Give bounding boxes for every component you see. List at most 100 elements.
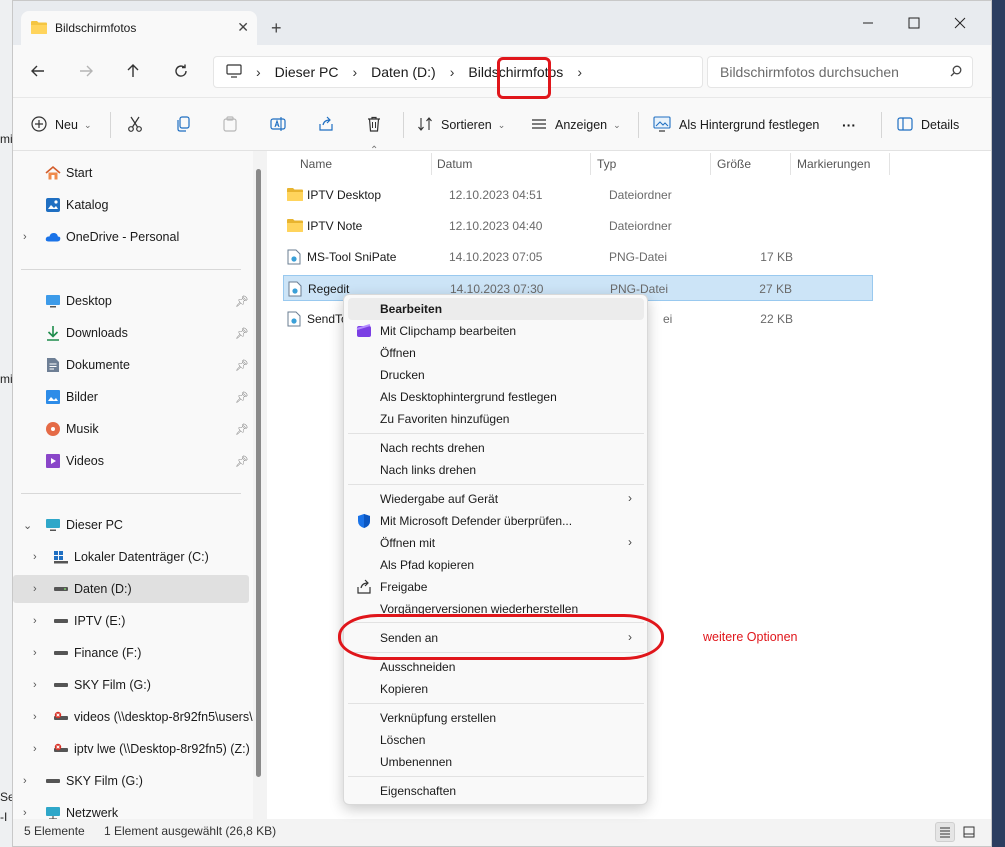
- maximize-button[interactable]: [891, 11, 937, 35]
- sidebar-item-network-videos[interactable]: › videos (\\desktop-8r92fn5\users\: [13, 703, 253, 731]
- pin-icon[interactable]: 📌︎: [235, 295, 249, 308]
- menu-item-eigenschaften[interactable]: Eigenschaften: [348, 780, 644, 802]
- share-button[interactable]: [318, 98, 334, 152]
- sidebar-item-sky-film[interactable]: › SKY Film (G:): [13, 767, 249, 795]
- column-header-type[interactable]: Typ: [597, 151, 616, 177]
- search-box[interactable]: Bildschirmfotos durchsuchen: [707, 56, 973, 88]
- column-divider[interactable]: [889, 153, 890, 175]
- details-view-button[interactable]: [935, 822, 955, 842]
- file-row[interactable]: IPTV Note 12.10.2023 04:40 Dateiordner: [283, 213, 873, 239]
- file-row[interactable]: MS-Tool SniPate 14.10.2023 07:05 PNG-Dat…: [283, 244, 873, 270]
- cut-button[interactable]: [127, 98, 143, 152]
- menu-item-drucken[interactable]: Drucken: [348, 364, 644, 386]
- search-input[interactable]: Bildschirmfotos durchsuchen: [720, 64, 950, 80]
- chevron-right-icon[interactable]: ›: [33, 583, 37, 595]
- chevron-right-icon[interactable]: ›: [33, 711, 37, 723]
- sidebar-item-start[interactable]: Start: [13, 159, 249, 187]
- sidebar-scrollbar[interactable]: [256, 169, 261, 777]
- menu-item-kopieren[interactable]: Kopieren: [348, 678, 644, 700]
- menu-item-desktophintergrund[interactable]: Als Desktophintergrund festlegen: [348, 386, 644, 408]
- address-bar[interactable]: › Dieser PC › Daten (D:) › Bildschirmfot…: [213, 56, 703, 88]
- pin-icon[interactable]: 📌︎: [235, 391, 249, 404]
- new-button[interactable]: Neu ⌄: [31, 98, 91, 152]
- menu-item-umbenennen[interactable]: Umbenennen: [348, 751, 644, 773]
- refresh-button[interactable]: [169, 59, 193, 83]
- minimize-button[interactable]: [845, 11, 891, 35]
- chevron-right-icon[interactable]: ›: [450, 64, 455, 80]
- pin-icon[interactable]: 📌︎: [235, 359, 249, 372]
- sidebar-item-drive-c[interactable]: › Lokaler Datenträger (C:): [13, 543, 249, 571]
- pin-icon[interactable]: 📌︎: [235, 327, 249, 340]
- sidebar-item-katalog[interactable]: Katalog: [13, 191, 249, 219]
- new-tab-button[interactable]: +: [271, 19, 282, 37]
- view-button[interactable]: Anzeigen ⌄: [531, 98, 621, 152]
- file-row[interactable]: IPTV Desktop 12.10.2023 04:51 Dateiordne…: [283, 182, 873, 208]
- set-wallpaper-button[interactable]: Als Hintergrund festlegen: [653, 98, 819, 152]
- menu-item-rechts-drehen[interactable]: Nach rechts drehen: [348, 437, 644, 459]
- menu-item-bearbeiten[interactable]: Bearbeiten: [348, 298, 644, 320]
- rename-button[interactable]: [270, 98, 286, 152]
- chevron-right-icon[interactable]: ›: [23, 807, 27, 819]
- tab-bildschirmfotos[interactable]: Bildschirmfotos ✕: [21, 11, 257, 45]
- chevron-right-icon[interactable]: ›: [33, 615, 37, 627]
- column-divider[interactable]: [710, 153, 711, 175]
- sidebar-item-bilder[interactable]: Bilder 📌︎: [13, 383, 249, 411]
- menu-item-verknuepfung[interactable]: Verknüpfung erstellen: [348, 707, 644, 729]
- paste-button[interactable]: [222, 98, 238, 152]
- up-button[interactable]: [121, 59, 145, 83]
- close-window-button[interactable]: [937, 11, 983, 35]
- forward-button[interactable]: [74, 59, 98, 83]
- menu-item-freigabe[interactable]: Freigabe: [348, 576, 644, 598]
- column-header-size[interactable]: Größe: [717, 151, 751, 177]
- sidebar-item-drive-f[interactable]: › Finance (F:): [13, 639, 249, 667]
- close-tab-icon[interactable]: ✕: [237, 19, 249, 36]
- chevron-right-icon[interactable]: ›: [33, 551, 37, 563]
- menu-item-loeschen[interactable]: Löschen: [348, 729, 644, 751]
- menu-item-oeffnen-mit[interactable]: Öffnen mit ›: [348, 532, 644, 554]
- sidebar-item-dieser-pc[interactable]: ⌄ Dieser PC: [13, 511, 249, 539]
- sidebar-item-drive-e[interactable]: › IPTV (E:): [13, 607, 249, 635]
- chevron-down-icon[interactable]: ⌄: [23, 519, 32, 532]
- sidebar-item-musik[interactable]: Musik 📌︎: [13, 415, 249, 443]
- sidebar-item-desktop[interactable]: Desktop 📌︎: [13, 287, 249, 315]
- chevron-right-icon[interactable]: ›: [577, 64, 582, 80]
- more-options-button[interactable]: ···: [842, 98, 856, 152]
- menu-item-clipchamp[interactable]: Mit Clipchamp bearbeiten: [348, 320, 644, 342]
- details-pane-button[interactable]: Details: [897, 98, 959, 152]
- menu-item-links-drehen[interactable]: Nach links drehen: [348, 459, 644, 481]
- column-header-name[interactable]: Name: [300, 151, 332, 177]
- chevron-right-icon[interactable]: ›: [23, 775, 27, 787]
- breadcrumb-dieser-pc[interactable]: Dieser PC: [275, 64, 339, 80]
- sort-button[interactable]: Sortieren ⌄: [417, 98, 505, 152]
- chevron-right-icon[interactable]: ›: [256, 64, 261, 80]
- column-divider[interactable]: [790, 153, 791, 175]
- menu-item-wiedergabe[interactable]: Wiedergabe auf Gerät ›: [348, 488, 644, 510]
- sidebar-item-downloads[interactable]: Downloads 📌︎: [13, 319, 249, 347]
- sidebar-item-dokumente[interactable]: Dokumente 📌︎: [13, 351, 249, 379]
- pin-icon[interactable]: 📌︎: [235, 455, 249, 468]
- menu-item-pfad-kopieren[interactable]: Als Pfad kopieren: [348, 554, 644, 576]
- chevron-right-icon[interactable]: ›: [33, 647, 37, 659]
- column-header-date[interactable]: Datum: [437, 151, 472, 177]
- chevron-right-icon[interactable]: ›: [33, 679, 37, 691]
- sidebar-item-onedrive[interactable]: › OneDrive - Personal: [13, 223, 249, 251]
- chevron-right-icon[interactable]: ›: [23, 231, 27, 243]
- column-divider[interactable]: [431, 153, 432, 175]
- column-divider[interactable]: [590, 153, 591, 175]
- menu-item-oeffnen[interactable]: Öffnen: [348, 342, 644, 364]
- menu-item-favoriten[interactable]: Zu Favoriten hinzufügen: [348, 408, 644, 430]
- large-icons-view-button[interactable]: [959, 822, 979, 842]
- sidebar-item-videos[interactable]: Videos 📌︎: [13, 447, 249, 475]
- sidebar-item-drive-g[interactable]: › SKY Film (G:): [13, 671, 249, 699]
- chevron-right-icon[interactable]: ›: [33, 743, 37, 755]
- back-button[interactable]: [26, 59, 50, 83]
- menu-item-defender[interactable]: Mit Microsoft Defender überprüfen...: [348, 510, 644, 532]
- sidebar-item-network-iptv[interactable]: › iptv lwe (\\Desktop-8r92fn5) (Z:): [13, 735, 250, 763]
- breadcrumb-daten[interactable]: Daten (D:): [371, 64, 436, 80]
- copy-button[interactable]: [175, 98, 191, 152]
- chevron-right-icon[interactable]: ›: [352, 64, 357, 80]
- delete-button[interactable]: [366, 98, 382, 152]
- pin-icon[interactable]: 📌︎: [235, 423, 249, 436]
- column-header-tags[interactable]: Markierungen: [797, 151, 870, 177]
- sidebar-item-drive-d[interactable]: › Daten (D:): [13, 575, 249, 603]
